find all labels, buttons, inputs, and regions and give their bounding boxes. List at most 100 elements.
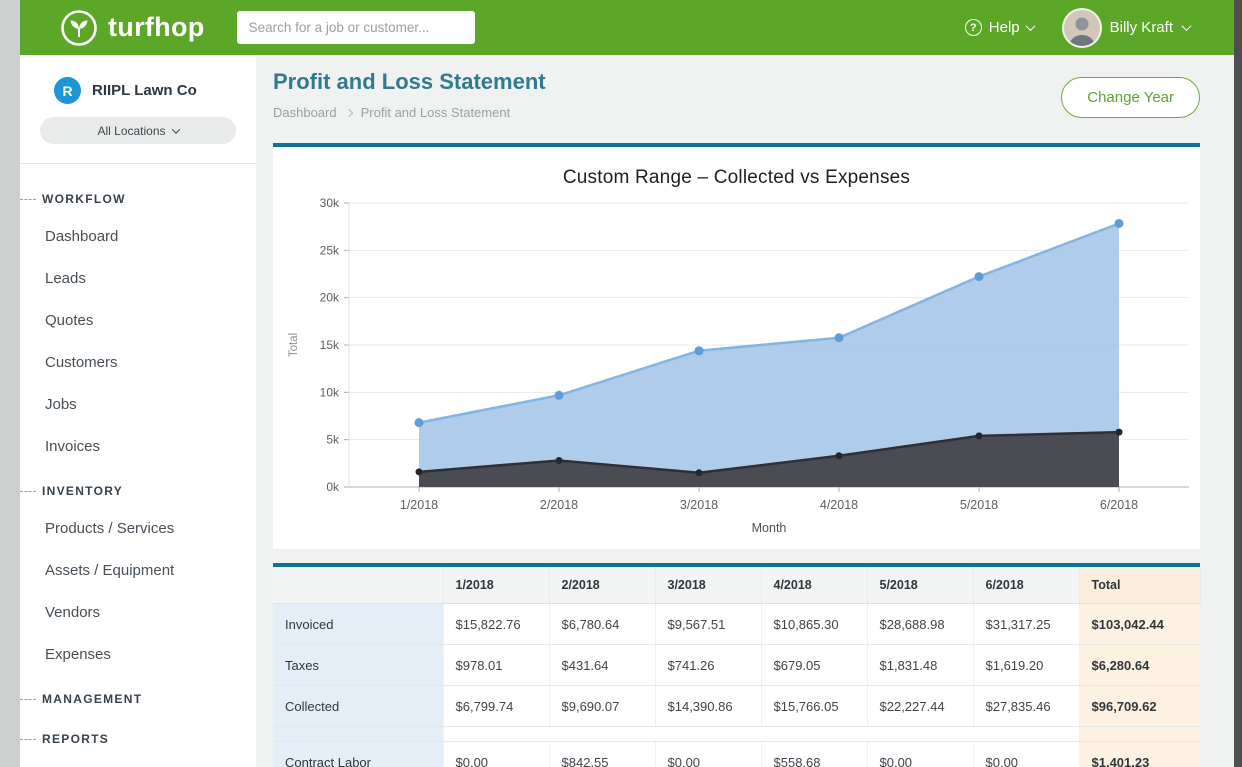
- header-3-2018: 3/2018: [655, 567, 761, 604]
- nav-section-label: INVENTORY: [42, 484, 123, 498]
- app-window: turfhop ? Help Billy Kraft: [20, 0, 1234, 767]
- sidebar-item-quotes[interactable]: Quotes: [20, 300, 256, 342]
- topbar: turfhop ? Help Billy Kraft: [20, 0, 1234, 55]
- nav-section-reports[interactable]: REPORTS: [20, 716, 256, 756]
- cell-value: $1,619.20: [973, 645, 1079, 686]
- cell-value: $10,865.30: [761, 604, 867, 645]
- series-collected-point-4: [974, 272, 983, 281]
- cell-value: $15,822.76: [443, 604, 549, 645]
- chart-title: Custom Range – Collected vs Expenses: [273, 147, 1200, 189]
- cell-value: $9,567.51: [655, 604, 761, 645]
- header-blank: [273, 567, 443, 604]
- header-total: Total: [1079, 567, 1200, 604]
- nav-section-label: REPORTS: [42, 732, 109, 746]
- nav-section-super-admin[interactable]: SUPER ADMIN: [20, 756, 256, 767]
- y-tick-label: 5k: [326, 433, 340, 447]
- sidebar-item-dashboard[interactable]: Dashboard: [20, 216, 256, 258]
- cell-value: $6,799.74: [443, 686, 549, 727]
- spacer-cell: [1079, 727, 1200, 742]
- sidebar-item-jobs[interactable]: Jobs: [20, 384, 256, 426]
- main-content: Profit and Loss Statement Dashboard Prof…: [256, 55, 1234, 767]
- row-label: Taxes: [273, 645, 443, 686]
- nav-section-management[interactable]: MANAGEMENT: [20, 676, 256, 716]
- table-section-spacer: [273, 727, 1200, 742]
- header-4-2018: 4/2018: [761, 567, 867, 604]
- series-collected-point-2: [694, 346, 703, 355]
- x-tick-label: 3/2018: [679, 498, 717, 512]
- cell-value: $0.00: [973, 742, 1079, 767]
- sidebar-nav: WORKFLOW DashboardLeadsQuotesCustomersJob…: [20, 164, 256, 767]
- cell-value: $15,766.05: [761, 686, 867, 727]
- locations-label: All Locations: [97, 124, 165, 138]
- avatar: [1064, 10, 1100, 46]
- nav-section-label: WORKFLOW: [42, 192, 126, 206]
- logo[interactable]: turfhop: [60, 9, 205, 47]
- cell-value: $0.00: [443, 742, 549, 767]
- sidebar-item-customers[interactable]: Customers: [20, 342, 256, 384]
- nav-section-inventory[interactable]: INVENTORY: [20, 468, 256, 508]
- cell-value: $22,227.44: [867, 686, 973, 727]
- spacer-cell: [443, 727, 1079, 742]
- cell-value: $1,831.48: [867, 645, 973, 686]
- sidebar-item-vendors[interactable]: Vendors: [20, 592, 256, 634]
- series-collected-point-3: [834, 333, 843, 342]
- x-tick-label: 5/2018: [959, 498, 997, 512]
- pl-chart-svg: 0k5k10k15k20k25k30k1/20182/20183/20184/2…: [277, 191, 1197, 539]
- cell-value: $679.05: [761, 645, 867, 686]
- cell-value: $31,317.25: [973, 604, 1079, 645]
- nav-section-workflow[interactable]: WORKFLOW: [20, 176, 256, 216]
- series-collected-point-0: [414, 418, 423, 427]
- y-tick-label: 25k: [319, 243, 339, 257]
- table-row-contract-labor: Contract Labor$0.00$842.55$0.00$558.68$0…: [273, 742, 1200, 767]
- y-axis-title: Total: [288, 333, 300, 357]
- tree-dash-icon: [20, 739, 36, 740]
- series-collected-point-5: [1114, 219, 1123, 228]
- spacer-cell: [273, 727, 443, 742]
- help-icon: ?: [965, 19, 982, 36]
- person-icon: [1064, 10, 1100, 46]
- table-row-taxes: Taxes$978.01$431.64$741.26$679.05$1,831.…: [273, 645, 1200, 686]
- tree-dash-icon: [20, 491, 36, 492]
- cell-value: $431.64: [549, 645, 655, 686]
- cell-value: $0.00: [867, 742, 973, 767]
- breadcrumb-dashboard[interactable]: Dashboard: [273, 105, 337, 120]
- cell-value: $0.00: [655, 742, 761, 767]
- row-label: Contract Labor: [273, 742, 443, 767]
- tree-dash-icon: [20, 699, 36, 700]
- chevron-down-icon: [1025, 21, 1035, 31]
- sidebar-item-invoices[interactable]: Invoices: [20, 426, 256, 468]
- table-card: 1/20182/20183/20184/20185/20186/2018Tota…: [273, 563, 1200, 767]
- page-scrollbar[interactable]: [1234, 0, 1242, 767]
- help-label: Help: [989, 19, 1020, 36]
- sidebar: R RIIPL Lawn Co All Locations WORKFLOW Da…: [20, 55, 256, 767]
- company-name: RIIPL Lawn Co: [92, 82, 197, 99]
- search-input[interactable]: [237, 11, 475, 44]
- breadcrumb-current: Profit and Loss Statement: [361, 105, 511, 120]
- breadcrumb: Dashboard Profit and Loss Statement: [273, 105, 1020, 120]
- cell-value: $978.01: [443, 645, 549, 686]
- locations-dropdown[interactable]: All Locations: [40, 117, 236, 144]
- chevron-down-icon: [1182, 21, 1192, 31]
- change-year-button[interactable]: Change Year: [1061, 77, 1200, 118]
- cell-value: $741.26: [655, 645, 761, 686]
- table-header-row: 1/20182/20183/20184/20185/20186/2018Tota…: [273, 567, 1200, 604]
- x-tick-label: 1/2018: [399, 498, 437, 512]
- help-menu[interactable]: ? Help: [965, 19, 1034, 36]
- tree-dash-icon: [20, 199, 36, 200]
- sidebar-item-products-services[interactable]: Products / Services: [20, 508, 256, 550]
- company-logo: R: [54, 77, 81, 104]
- topbar-right: ? Help Billy Kraft: [965, 10, 1190, 46]
- page-title: Profit and Loss Statement: [273, 69, 1020, 95]
- row-label: Invoiced: [273, 604, 443, 645]
- cell-total: $96,709.62: [1079, 686, 1200, 727]
- user-menu[interactable]: Billy Kraft: [1064, 10, 1190, 46]
- series-expenses-point-3: [835, 452, 842, 459]
- cell-value: $27,835.46: [973, 686, 1079, 727]
- sidebar-item-expenses[interactable]: Expenses: [20, 634, 256, 676]
- sidebar-item-leads[interactable]: Leads: [20, 258, 256, 300]
- user-name: Billy Kraft: [1110, 19, 1173, 36]
- sidebar-item-assets-equipment[interactable]: Assets / Equipment: [20, 550, 256, 592]
- nav-section-label: MANAGEMENT: [42, 692, 142, 706]
- cell-total: $1,401.23: [1079, 742, 1200, 767]
- company-header: R RIIPL Lawn Co: [20, 55, 256, 104]
